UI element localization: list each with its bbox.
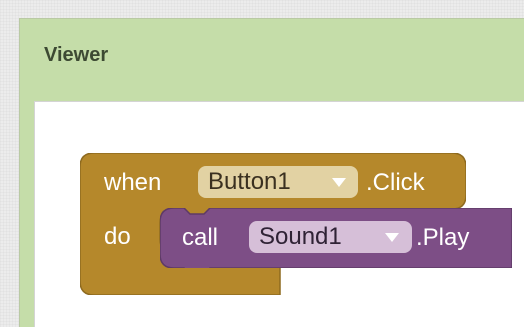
do-label: do [104,223,131,250]
component-dropdown-label: Sound1 [259,223,342,250]
method-name-label: .Play [416,224,470,251]
viewer-header: Viewer [20,19,524,79]
event-name-label: .Click [366,169,425,196]
chevron-down-icon [385,233,399,242]
viewer-title: Viewer [44,44,109,66]
component-dropdown-button1[interactable]: Button1 [198,166,358,198]
chevron-down-icon [332,178,346,187]
call-label: call [182,224,219,251]
component-dropdown-sound1[interactable]: Sound1 [249,221,412,253]
when-label: when [104,169,162,196]
component-dropdown-label: Button1 [208,168,291,195]
